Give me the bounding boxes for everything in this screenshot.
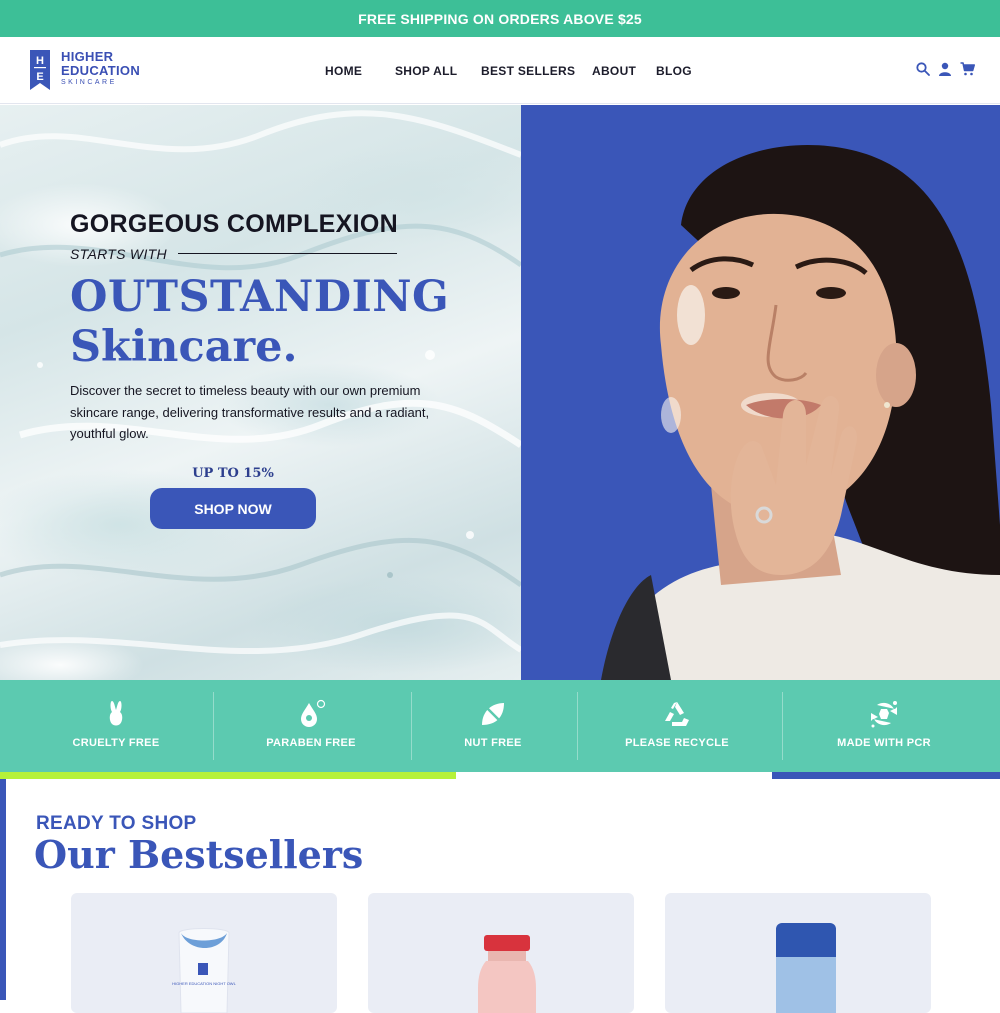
hero-photo-panel	[521, 105, 1000, 680]
features-strip: CRUELTY FREE PARABEN FREE NUT FREE PLEAS…	[0, 680, 1000, 772]
product-card[interactable]: HIGHER EDUCATION NIGHT OWL	[71, 893, 337, 1013]
hero-title-line2: Skincare.	[70, 322, 298, 372]
model-photo-image	[601, 145, 1000, 680]
feature-cruelty-free: CRUELTY FREE	[51, 680, 181, 772]
logo-line3: SKINCARE	[61, 79, 117, 86]
feature-label: PARABEN FREE	[266, 737, 356, 749]
svg-text:E: E	[36, 71, 43, 83]
brand-logo[interactable]: H E HIGHER EDUCATION SKINCARE	[30, 50, 140, 90]
product-bottle-image	[478, 935, 536, 1013]
feature-divider	[411, 692, 412, 760]
section-accent-bar	[0, 779, 6, 1000]
user-icon[interactable]	[938, 62, 952, 76]
hero-heading: GORGEOUS COMPLEXION	[70, 210, 398, 238]
product-tube-image: HIGHER EDUCATION NIGHT OWL	[172, 928, 237, 1013]
feature-label: PLEASE RECYCLE	[625, 737, 729, 749]
logo-line2: EDUCATION	[61, 63, 141, 78]
header-icons	[916, 62, 975, 76]
feature-label: MADE WITH PCR	[837, 737, 931, 749]
bestsellers-title: Our Bestsellers	[34, 832, 364, 877]
nav-blog[interactable]: BLOG	[656, 64, 692, 78]
logo-text: HIGHER EDUCATION SKINCARE	[61, 49, 141, 87]
feature-label: CRUELTY FREE	[72, 737, 160, 749]
search-icon[interactable]	[916, 62, 930, 76]
feature-divider	[213, 692, 214, 760]
recycle-icon	[665, 702, 689, 726]
feature-paraben-free: PARABEN FREE	[251, 680, 371, 772]
feature-divider	[577, 692, 578, 760]
hero-description: Discover the secret to timeless beauty w…	[70, 383, 430, 441]
logo-line1: HIGHER	[61, 49, 114, 64]
feature-please-recycle: PLEASE RECYCLE	[617, 680, 737, 772]
hero-title-line1: OUTSTANDING	[70, 272, 450, 322]
hero-subheading-rule	[178, 253, 397, 254]
site-header: H E HIGHER EDUCATION SKINCARE HOME SHOP …	[0, 37, 1000, 104]
nav-shop-all[interactable]: SHOP ALL	[395, 64, 457, 78]
drop-icon	[301, 699, 326, 727]
nav-best-sellers[interactable]: BEST SELLERS	[481, 64, 575, 78]
announcement-bar: FREE SHIPPING ON ORDERS ABOVE $25	[0, 0, 1000, 37]
shop-now-button[interactable]: SHOP NOW	[150, 488, 316, 529]
pcr-icon	[871, 701, 897, 728]
logo-badge-icon: H E	[30, 50, 50, 90]
product-cylinder-image	[776, 923, 836, 1013]
feature-made-with-pcr: MADE WITH PCR	[824, 680, 944, 772]
nav-home[interactable]: HOME	[325, 64, 362, 78]
product-tube-label: HIGHER EDUCATION NIGHT OWL	[172, 981, 236, 986]
feature-divider	[782, 692, 783, 760]
product-card[interactable]	[368, 893, 634, 1013]
accent-stripe-lime	[0, 772, 456, 779]
nav-about[interactable]: ABOUT	[592, 64, 636, 78]
accent-stripe-blue	[772, 772, 1000, 779]
feature-nut-free: NUT FREE	[443, 680, 543, 772]
product-card[interactable]	[665, 893, 931, 1013]
announcement-text: FREE SHIPPING ON ORDERS ABOVE $25	[358, 10, 642, 27]
svg-text:H: H	[36, 55, 44, 67]
hero-subheading: STARTS WITH	[70, 246, 167, 262]
cart-icon[interactable]	[960, 62, 975, 76]
leaf-icon	[480, 701, 506, 727]
feature-label: NUT FREE	[464, 737, 522, 749]
bunny-icon	[109, 701, 123, 726]
hero-discount: UP TO 15%	[192, 466, 274, 481]
